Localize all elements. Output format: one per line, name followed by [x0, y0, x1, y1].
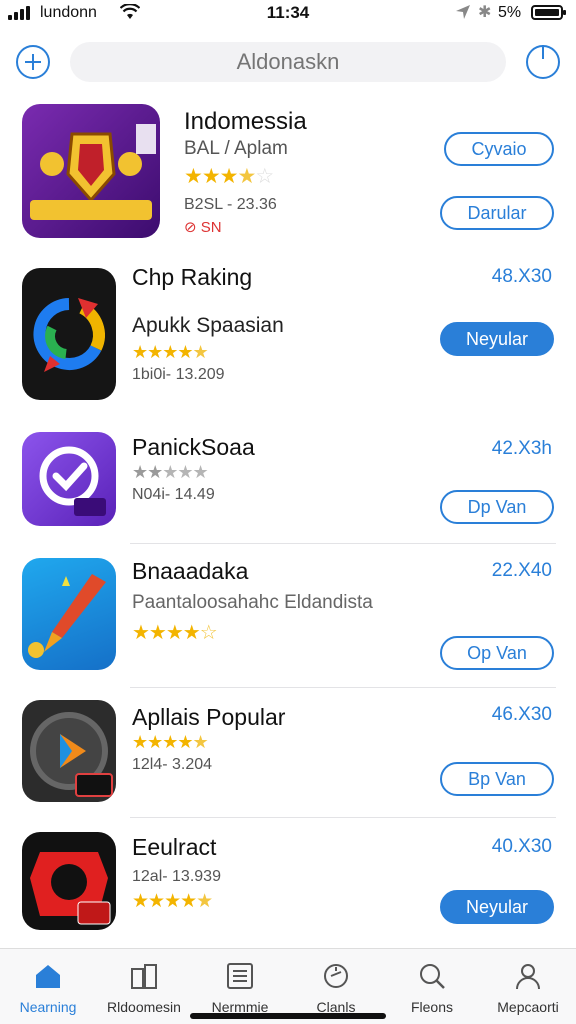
app-meta: B2SL - 23.36 — [184, 196, 277, 213]
location-arrow-icon — [456, 5, 470, 19]
app-meta: 12al- 13.939 — [132, 868, 221, 885]
app-subtitle: BAL / Aplam — [184, 138, 288, 159]
list-item[interactable]: Chp Raking Apukk Spaasian ★★★★★ 1bi0i- 1… — [0, 256, 576, 406]
app-price: 40.X30 — [491, 836, 552, 857]
search-header — [0, 36, 576, 92]
star-rating: ★★★★☆ — [132, 622, 218, 644]
app-price: 46.X30 — [491, 704, 552, 725]
chat-logo-icon — [33, 298, 105, 372]
tab-label: Mepcaorti — [497, 999, 559, 1015]
status-bar: lundonn 11:34 ✱ 5% — [0, 0, 576, 28]
app-price: 48.X30 — [491, 266, 552, 287]
open-button[interactable]: Op Van — [440, 636, 554, 670]
app-title[interactable]: Chp Raking — [132, 264, 252, 291]
app-title[interactable]: Eeulract — [132, 834, 216, 861]
list-item[interactable]: Bnaaadaka Paantaloosahahc Eldandista ★★★… — [0, 544, 576, 688]
app-title[interactable]: Indomessia — [184, 108, 307, 136]
red-ring-icon — [30, 852, 111, 925]
play-dial-icon — [30, 712, 113, 797]
star-rating: ★★★★★ — [132, 891, 213, 912]
app-meta: 12l4- 3.204 — [132, 756, 213, 773]
app-icon-indomessia[interactable] — [22, 104, 160, 238]
app-subtitle: Apukk Spaasian — [132, 314, 284, 337]
star-rating: ★★★★☆ — [184, 165, 274, 188]
star-rating: ★★★★★ — [132, 462, 209, 482]
apps-grid-icon — [131, 964, 157, 989]
battery-percent: 5% — [498, 4, 522, 21]
tab-label: Fleons — [410, 999, 454, 1015]
open-button[interactable]: Dp Van — [440, 490, 554, 524]
app-icon-panicksoaa[interactable] — [22, 432, 116, 526]
download-button[interactable]: Darular — [440, 196, 554, 230]
power-icon[interactable] — [526, 45, 560, 79]
app-title[interactable]: Apllais Popular — [132, 704, 285, 731]
search-icon — [420, 964, 445, 989]
tab-profile[interactable]: Mepcaorti — [480, 949, 576, 1024]
app-icon-apllais-popular[interactable] — [22, 700, 116, 802]
plus-circle-icon[interactable] — [16, 45, 50, 79]
list-item[interactable]: PanickSoaa ★★★★★ N04i- 14.49 42.X3h Dp V… — [0, 422, 576, 544]
star-rating: ★★★★★ — [132, 342, 209, 362]
app-price: 22.X40 — [491, 560, 552, 581]
app-title[interactable]: PanickSoaa — [132, 434, 255, 461]
rocket-icon — [28, 574, 106, 658]
bluetooth-icon: ✱ — [478, 4, 492, 21]
list-item[interactable]: Apllais Popular ★★★★★ 12l4- 3.204 46.X30… — [0, 688, 576, 818]
app-subtitle: Paantaloosahahc Eldandista — [132, 592, 373, 613]
list-item[interactable]: Indomessia BAL / Aplam ★★★★☆ B2SL - 23.3… — [0, 96, 576, 246]
compass-icon — [324, 964, 348, 988]
list-item[interactable]: Eeulract 12al- 13.939 ★★★★★ 40.X30 Neyul… — [0, 818, 576, 944]
tab-label: Rldoomesin — [107, 999, 181, 1015]
app-icon-eeulract[interactable] — [22, 832, 116, 930]
app-title[interactable]: Bnaaadaka — [132, 558, 248, 585]
check-circle-icon — [39, 446, 106, 516]
tab-search[interactable]: Fleons — [384, 949, 480, 1024]
crest-icon — [30, 124, 156, 220]
tab-apps[interactable]: Rldoomesin — [96, 949, 192, 1024]
app-meta: 1bi0i- 13.209 — [132, 366, 225, 383]
home-indicator — [190, 1013, 386, 1019]
tab-home[interactable]: Nearning — [0, 949, 96, 1024]
app-meta: N04i- 14.49 — [132, 486, 215, 503]
app-icon-bnaaadaka[interactable] — [22, 558, 116, 670]
app-icon-chp-raking[interactable] — [22, 268, 116, 400]
warning-badge: ⊘ SN — [184, 219, 222, 236]
tab-label: Nearning — [19, 999, 77, 1015]
get-button[interactable]: Neyular — [440, 322, 554, 356]
search-input[interactable] — [70, 42, 506, 82]
battery-icon — [531, 5, 566, 20]
list-icon — [227, 963, 253, 989]
get-button[interactable]: Cyvaio — [444, 132, 554, 166]
star-rating: ★★★★★ — [132, 732, 209, 752]
app-price: 42.X3h — [491, 438, 552, 459]
person-icon — [516, 964, 540, 990]
home-icon — [36, 965, 60, 988]
get-button[interactable]: Neyular — [440, 890, 554, 924]
open-button[interactable]: Bp Van — [440, 762, 554, 796]
